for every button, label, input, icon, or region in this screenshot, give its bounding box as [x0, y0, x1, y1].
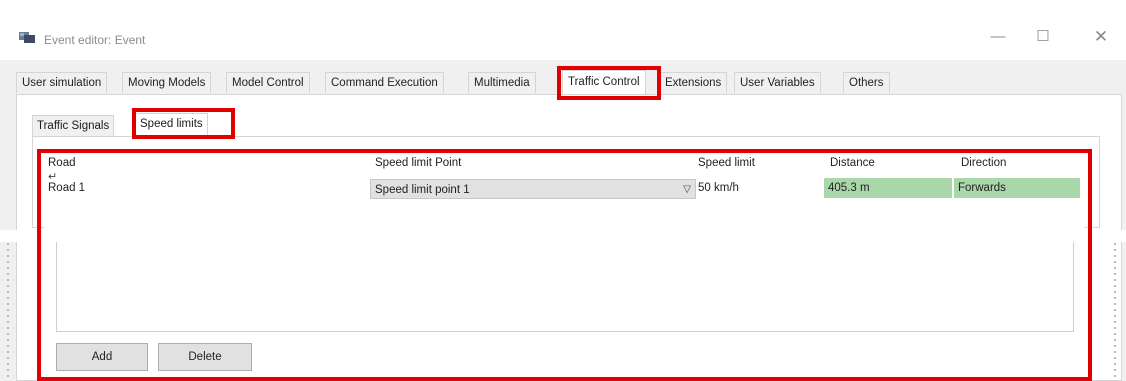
minimize-icon[interactable]: — [986, 26, 1010, 48]
chevron-down-icon: ▽ [683, 184, 691, 195]
speed-limit-point-dropdown[interactable]: Speed limit point 1 ▽ [370, 179, 696, 199]
tab-traffic-control[interactable]: Traffic Control [562, 70, 646, 94]
tab-command-execution[interactable]: Command Execution [325, 72, 444, 93]
maximize-icon[interactable]: ☐ [1031, 26, 1055, 48]
add-button[interactable]: Add [56, 343, 148, 371]
screenshot-gap [0, 230, 1126, 242]
tab-extensions[interactable]: Extensions [659, 72, 728, 93]
tab-moving-models[interactable]: Moving Models [122, 72, 212, 93]
tab-user-simulation[interactable]: User simulation [16, 72, 108, 93]
column-header-direction[interactable]: Direction [961, 157, 1006, 169]
title-bar: Event editor: Event — ☐ ✕ [0, 0, 1126, 47]
column-header-road[interactable]: Road [48, 157, 76, 169]
tab-user-variables[interactable]: User Variables [734, 72, 821, 93]
column-header-distance[interactable]: Distance [830, 157, 875, 169]
speed-limits-table: Road Speed limit Point Speed limit Dista… [44, 154, 1084, 230]
subtab-speed-limits[interactable]: Speed limits [135, 113, 208, 136]
subtab-traffic-signals[interactable]: Traffic Signals [32, 115, 115, 136]
tab-model-control[interactable]: Model Control [226, 72, 310, 93]
table-cell-speed-limit[interactable]: 50 km/h [698, 178, 818, 198]
table-cell-distance[interactable]: 405.3 m [824, 178, 952, 198]
tab-multimedia[interactable]: Multimedia [468, 72, 536, 93]
table-cell-direction[interactable]: Forwards [954, 178, 1080, 198]
column-header-speed-limit-point[interactable]: Speed limit Point [375, 157, 461, 169]
dotted-guide-left [7, 243, 9, 381]
dropdown-value: Speed limit point 1 [375, 184, 470, 196]
delete-button[interactable]: Delete [158, 343, 252, 371]
dotted-guide-right [1114, 243, 1116, 381]
column-header-speed-limit[interactable]: Speed limit [698, 157, 755, 169]
table-cell-road[interactable]: Road 1 [48, 178, 348, 198]
close-icon[interactable]: ✕ [1089, 26, 1113, 48]
tab-others[interactable]: Others [843, 72, 890, 93]
event-editor-app-icon [19, 32, 35, 43]
window-title: Event editor: Event [44, 33, 146, 47]
table-empty-area [56, 242, 1074, 332]
